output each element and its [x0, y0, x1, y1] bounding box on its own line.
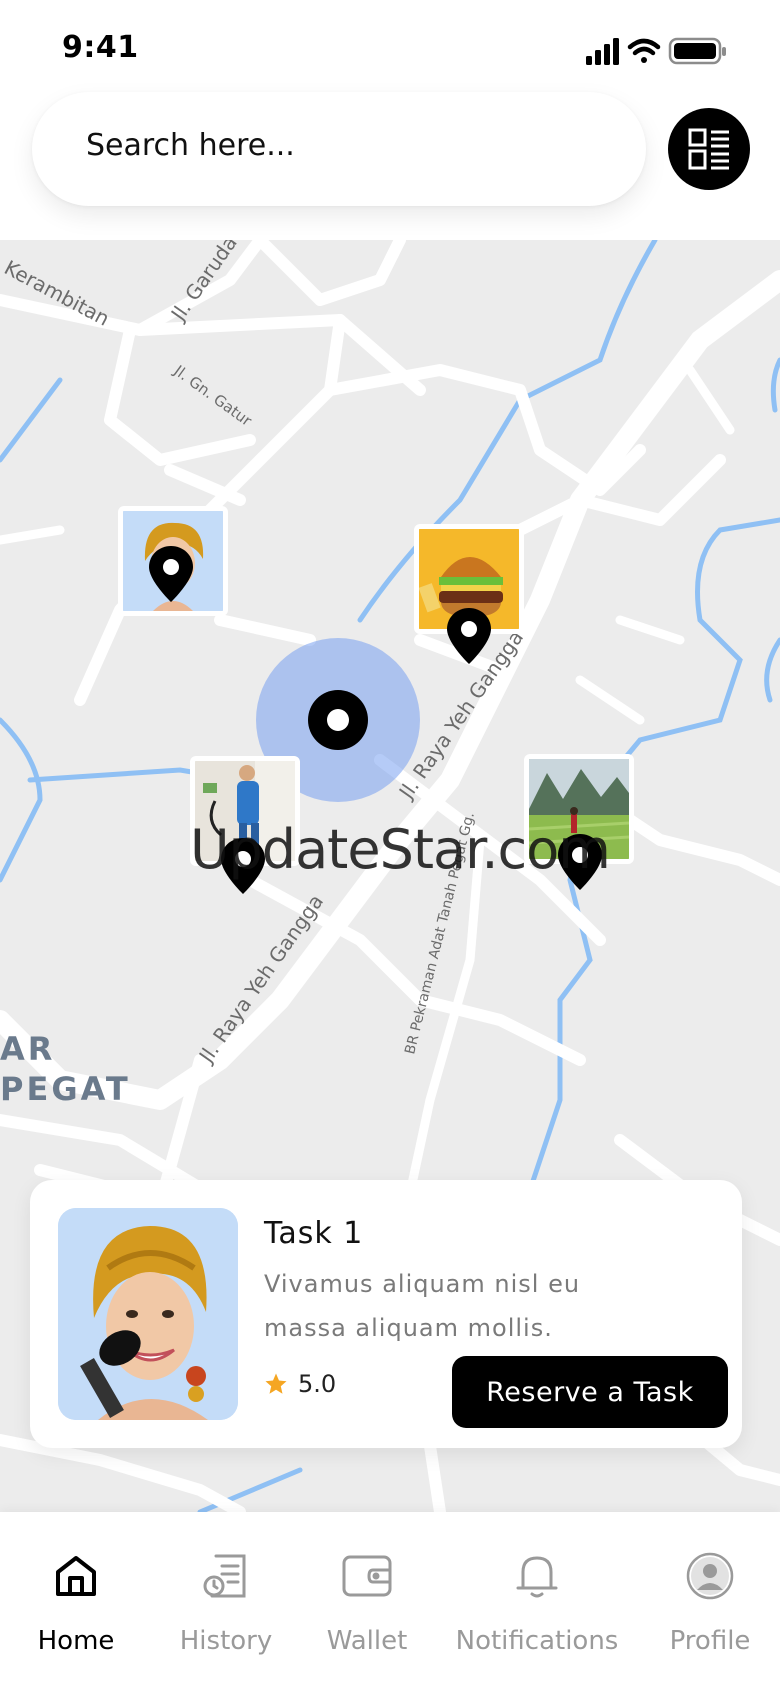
nav-label: Home [37, 1626, 115, 1656]
user-location-center [327, 709, 349, 731]
area-label: AR [0, 1030, 56, 1068]
star-icon [265, 1373, 287, 1394]
home-icon [56, 1556, 96, 1596]
nav-label: Notifications [455, 1626, 619, 1656]
task-description: Vivamus aliquam nisl eu massa aliquam mo… [264, 1270, 581, 1342]
battery-icon [668, 37, 726, 65]
beauty-photo-icon [58, 1208, 238, 1420]
user-location-marker[interactable] [308, 690, 368, 750]
nav-item-history[interactable]: History [176, 1548, 276, 1656]
wifi-icon [627, 38, 661, 63]
status-bar: 9:41 [0, 0, 780, 100]
task-rating: 5.0 [264, 1370, 336, 1398]
bell-icon [516, 1556, 558, 1598]
profile-icon [686, 1552, 734, 1600]
cellular-signal-icon [586, 38, 619, 65]
bottom-navigation: Home History Wallet Notifications Profil… [0, 1512, 780, 1688]
history-icon [203, 1554, 246, 1598]
nav-label: Wallet [326, 1626, 408, 1656]
status-time: 9:41 [62, 30, 139, 65]
list-view-icon [688, 128, 729, 170]
search-input[interactable] [86, 128, 606, 163]
nav-label: History [179, 1626, 273, 1656]
task-rating-value: 5.0 [298, 1370, 337, 1398]
nav-item-home[interactable]: Home [28, 1548, 124, 1656]
nav-item-profile[interactable]: Profile [664, 1548, 756, 1656]
task-card[interactable]: Task 1 Vivamus aliquam nisl eu massa ali… [30, 1180, 742, 1448]
area-label: PEGAT [0, 1070, 131, 1108]
wallet-icon [342, 1555, 392, 1597]
search-bar[interactable] [32, 92, 646, 206]
nav-label: Profile [669, 1626, 751, 1656]
reserve-task-button[interactable]: Reserve a Task [452, 1356, 728, 1428]
map-pin-marker[interactable] [149, 546, 193, 602]
status-icons [586, 37, 726, 65]
list-view-button[interactable] [668, 108, 750, 190]
nav-item-notifications[interactable]: Notifications [454, 1548, 620, 1656]
nav-item-wallet[interactable]: Wallet [320, 1548, 414, 1656]
watermark: UpdateStar.com [190, 818, 611, 881]
map-pin-marker[interactable] [447, 608, 491, 664]
task-title: Task 1 [264, 1216, 364, 1251]
task-photo [58, 1208, 238, 1420]
